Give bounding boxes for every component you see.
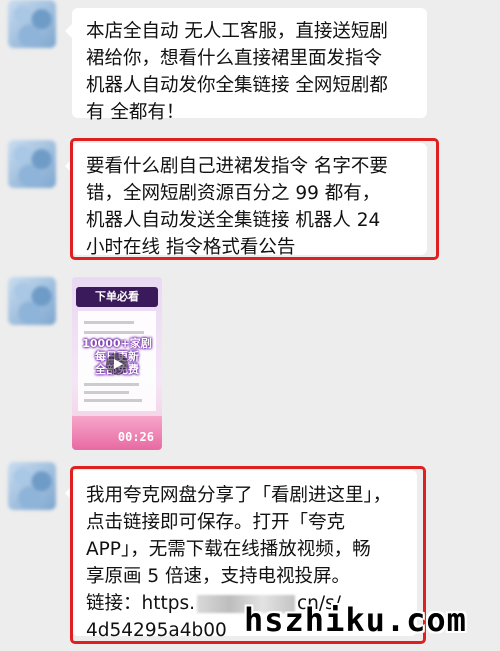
message-line: 小时在线 指令格式看公告 [86, 237, 296, 258]
video-thumbnail[interactable]: 下单必看 10000+家剧 每日更新 全部免费 00:26 [72, 277, 162, 450]
play-icon[interactable] [106, 353, 128, 375]
message-line: 机器人自动发送全集链接 机器人 24 [86, 210, 381, 231]
video-banner: 下单必看 [76, 287, 158, 307]
message-line: 裙给你，想看什么直接裙里面发指令 [86, 48, 383, 69]
message-line: 有 全都有！ [86, 102, 185, 123]
overlay-line: 10000+家剧 [82, 337, 152, 350]
contact-avatar[interactable] [8, 277, 56, 325]
message-bubble[interactable]: 本店全自动 无人工客服，直接送短剧 裙给你，想看什么直接裙里面发指令 机器人自动… [65, 8, 427, 123]
link-prefix: 链接：https. [86, 593, 195, 614]
message-line: APP」，无需下载在线播放视频，畅 [86, 539, 371, 560]
message-line: 点击链接即可保存。打开「夸克 [86, 512, 346, 533]
video-duration: 00:26 [117, 430, 154, 444]
message-line: 享原画 5 倍速，支持电视投屏。 [86, 566, 351, 587]
contact-avatar[interactable] [8, 462, 56, 510]
message-line: 要看什么剧自己进裙发指令 名字不要 [86, 156, 388, 177]
message-line: 我用夸克网盘分享了「看剧进这里」， [86, 485, 392, 506]
message-bubble[interactable]: 要看什么剧自己进裙发指令 名字不要 错，全网短剧资源百分之 99 都有， 机器人… [65, 143, 427, 258]
message-line: 错，全网短剧资源百分之 99 都有， [86, 183, 381, 204]
watermark: hszhiku.com [244, 601, 467, 639]
message-line: 本店全自动 无人工客服，直接送短剧 [86, 21, 388, 42]
message-line: 机器人自动发你全集链接 全网短剧都 [86, 75, 388, 96]
contact-avatar[interactable] [8, 140, 56, 188]
contact-avatar[interactable] [8, 0, 56, 48]
